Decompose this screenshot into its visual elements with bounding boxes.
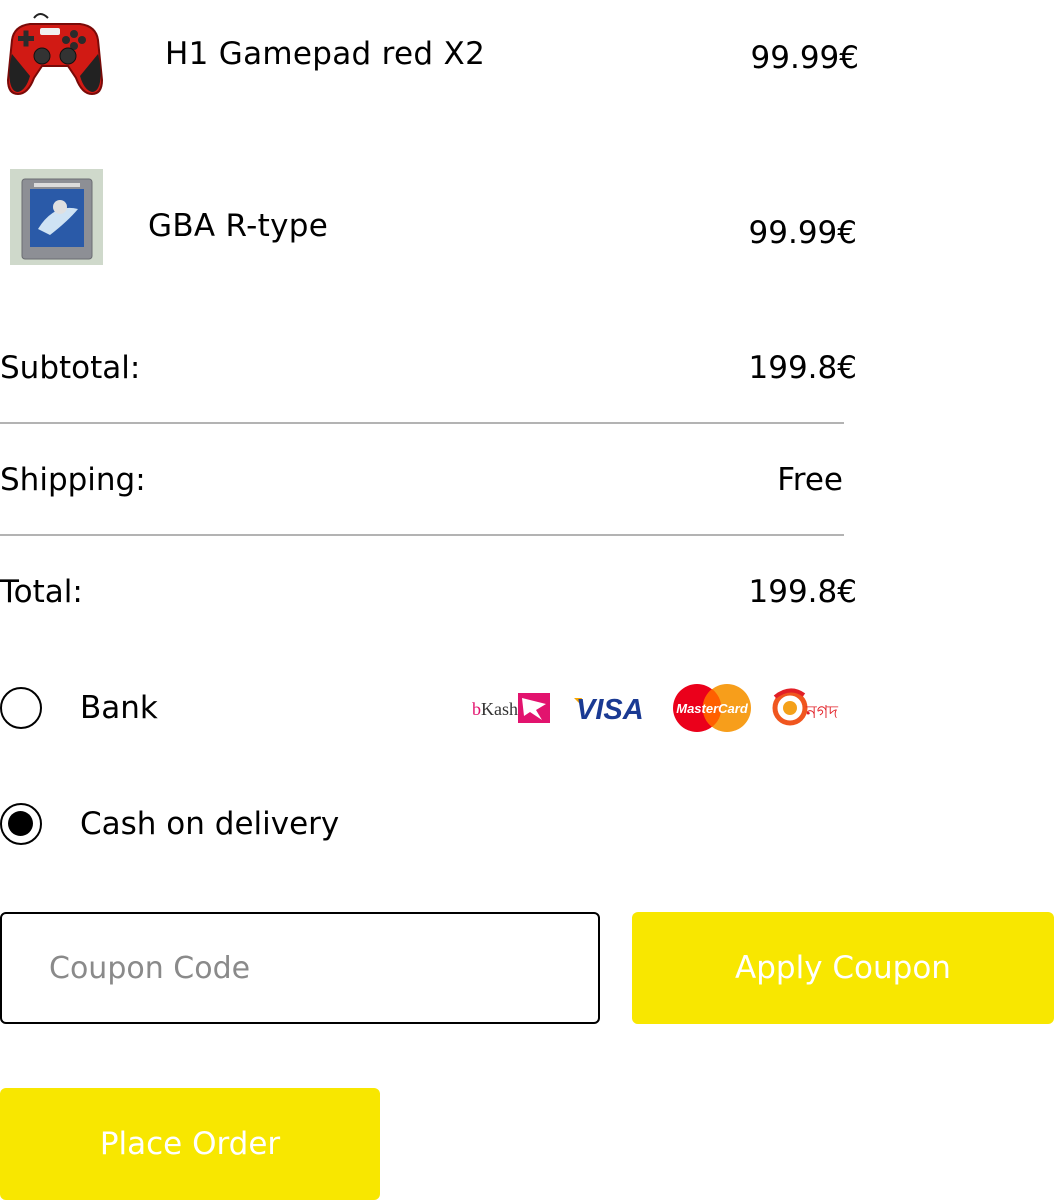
mastercard-logo: MasterCard: [672, 683, 752, 733]
bank-radio[interactable]: [0, 687, 42, 729]
divider: [0, 422, 844, 424]
shipping-label: Shipping:: [0, 462, 146, 498]
bkash-logo-text: Kash: [481, 699, 518, 719]
cash-on-delivery-radio-label[interactable]: Cash on delivery: [80, 806, 339, 842]
apply-coupon-button[interactable]: Apply Coupon: [632, 912, 1054, 1024]
product-price: 99.99€: [750, 40, 859, 76]
product-name: H1 Gamepad red X2: [165, 36, 486, 72]
place-order-button[interactable]: Place Order: [0, 1088, 380, 1200]
product-price: 99.99€: [748, 215, 857, 251]
radio-selected-dot: [8, 811, 33, 836]
cash-on-delivery-radio[interactable]: [0, 803, 42, 845]
subtotal-value: 199.8€: [748, 350, 857, 386]
coupon-code-input[interactable]: [0, 912, 600, 1024]
game-cartridge-image: [10, 169, 103, 265]
nagad-logo-text: নগদ: [805, 702, 839, 723]
svg-text:bKash: bKash: [472, 699, 518, 719]
product-name: GBA R-type: [148, 208, 329, 244]
nagad-logo: নগদ: [772, 687, 852, 729]
bank-radio-label[interactable]: Bank: [80, 690, 158, 726]
subtotal-label: Subtotal:: [0, 350, 141, 386]
visa-logo-text: VISA: [576, 694, 644, 726]
total-value: 199.8€: [748, 574, 857, 610]
mastercard-logo-text: MasterCard: [676, 701, 749, 716]
bkash-logo: bKash: [472, 690, 552, 726]
shipping-value: Free: [777, 462, 843, 498]
bkash-logo-b: b: [472, 699, 481, 719]
gamepad-image: [4, 10, 106, 98]
total-label: Total:: [0, 574, 83, 610]
visa-logo: VISA: [574, 690, 654, 726]
divider: [0, 534, 844, 536]
